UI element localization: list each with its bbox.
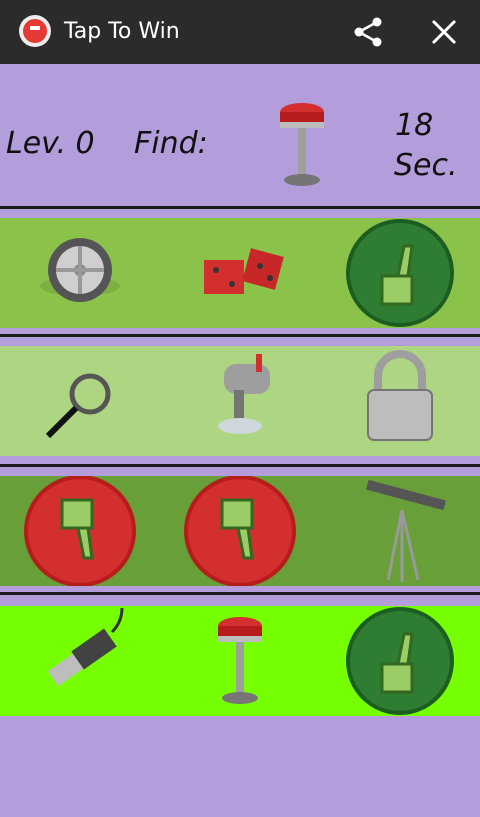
thumbs-up-icon[interactable] (340, 606, 460, 716)
bar-stool-icon[interactable] (180, 606, 300, 716)
find-label: Find: (134, 126, 208, 161)
timer-value: 18 (395, 108, 434, 143)
row-divider (0, 464, 480, 467)
app-bar: Tap To Win (0, 0, 480, 64)
row-divider (0, 206, 480, 209)
grid-row-2 (0, 346, 480, 456)
grid-row-3 (0, 476, 480, 586)
level-label: Lev. 0 (6, 126, 95, 161)
close-icon[interactable] (426, 14, 462, 50)
thumbs-up-icon[interactable] (340, 218, 460, 328)
mailbox-icon[interactable] (180, 346, 300, 456)
thumbs-down-icon[interactable] (180, 476, 300, 586)
target-bar-stool-icon (270, 100, 334, 192)
row-divider (0, 334, 480, 337)
app-title: Tap To Win (64, 19, 180, 44)
magnifying-glass-icon[interactable] (20, 346, 140, 456)
car-wheel-icon[interactable] (20, 218, 140, 328)
row-divider (0, 592, 480, 595)
usb-plug-icon[interactable] (20, 606, 140, 716)
timer-unit: Sec. (394, 148, 458, 183)
telescope-icon[interactable] (340, 476, 460, 586)
grid-row-1 (0, 218, 480, 328)
app-logo-icon (18, 14, 52, 48)
grid-row-4 (0, 606, 480, 716)
thumbs-down-icon[interactable] (20, 476, 140, 586)
padlock-icon[interactable] (340, 346, 460, 456)
red-dice-icon[interactable] (180, 218, 300, 328)
share-icon[interactable] (350, 14, 386, 50)
